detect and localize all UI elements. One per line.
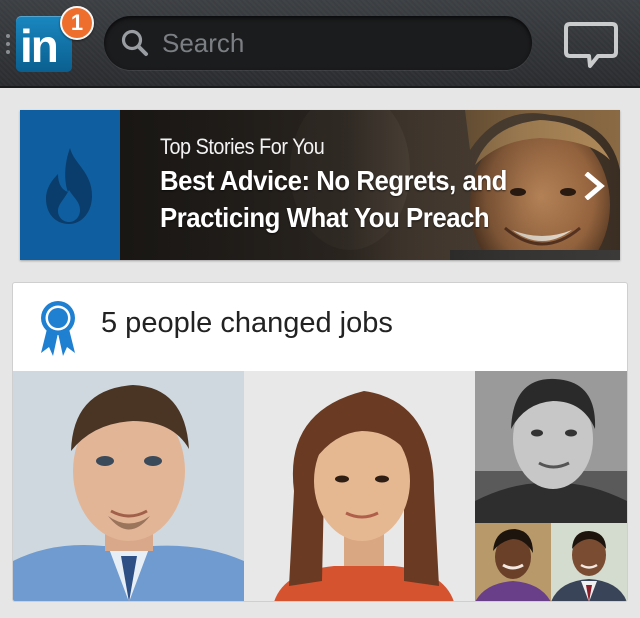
top-bar: in 1 [0, 0, 640, 88]
flame-icon [46, 148, 92, 224]
grip-dots-icon[interactable] [6, 34, 10, 54]
story-headline[interactable]: Best Advice: No Regrets, and Practicing … [160, 162, 546, 236]
person-photo-3[interactable] [475, 371, 627, 523]
card-title: 5 people changed jobs [101, 307, 393, 339]
person-photo-1[interactable] [13, 371, 244, 601]
notification-badge[interactable]: 1 [60, 6, 94, 40]
top-story-banner[interactable]: Top Stories For You Best Advice: No Regr… [20, 110, 620, 260]
person-photo-5[interactable] [551, 523, 627, 601]
story-source-tile [20, 110, 120, 260]
logo-text: in [20, 20, 59, 72]
job-change-card[interactable]: 5 people changed jobs [12, 282, 628, 602]
search-bar[interactable] [104, 16, 532, 70]
speech-bubble-icon[interactable] [562, 20, 620, 72]
story-kicker: Top Stories For You [160, 134, 325, 159]
search-icon [121, 29, 148, 56]
person-photo-2[interactable] [244, 371, 475, 601]
photo-grid [13, 371, 627, 601]
award-ribbon-icon [41, 301, 75, 356]
chevron-right-icon[interactable] [584, 172, 606, 200]
person-photo-4[interactable] [475, 523, 551, 601]
search-input[interactable] [162, 24, 512, 62]
